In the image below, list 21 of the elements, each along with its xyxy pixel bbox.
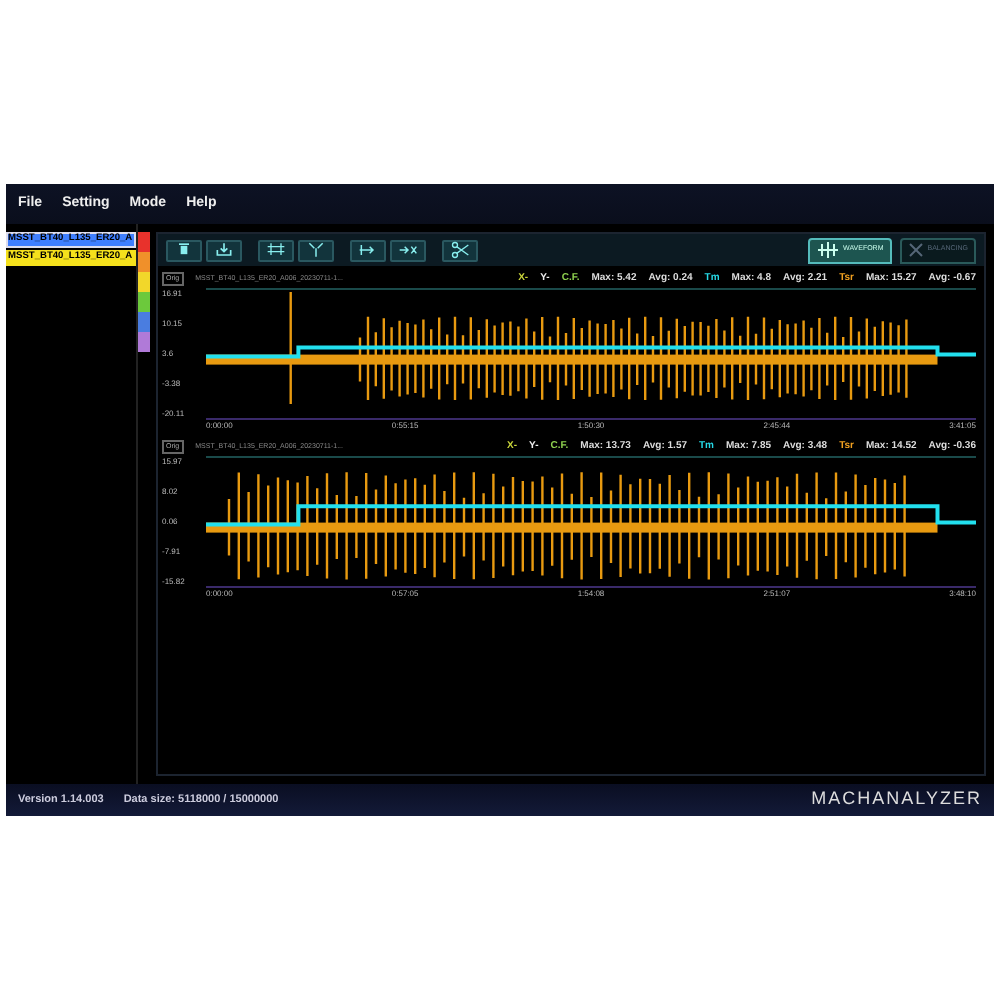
arrow-cross-icon [398,240,418,260]
color-swatch[interactable] [138,252,150,272]
toolbar-button[interactable] [166,239,202,261]
brand-logo: MACHANALYZER [811,786,982,813]
toolbar-button[interactable] [258,239,294,261]
color-swatch[interactable] [138,332,150,352]
toolbar-button[interactable] [298,239,334,261]
toolbar-button[interactable] [350,239,386,261]
scissors-icon [450,240,470,260]
cross-icon [907,242,924,258]
toolbar-button[interactable] [442,239,478,261]
arrow-icon [358,240,378,260]
waveform-icon [815,242,840,258]
color-swatch[interactable] [138,272,150,292]
color-swatch[interactable] [138,312,150,332]
export-icon [214,240,234,260]
toolbar-button[interactable] [206,239,242,261]
toolbar-button[interactable] [390,239,426,261]
color-swatch[interactable] [138,292,150,312]
trash-icon [174,240,194,260]
color-swatch[interactable] [138,232,150,252]
